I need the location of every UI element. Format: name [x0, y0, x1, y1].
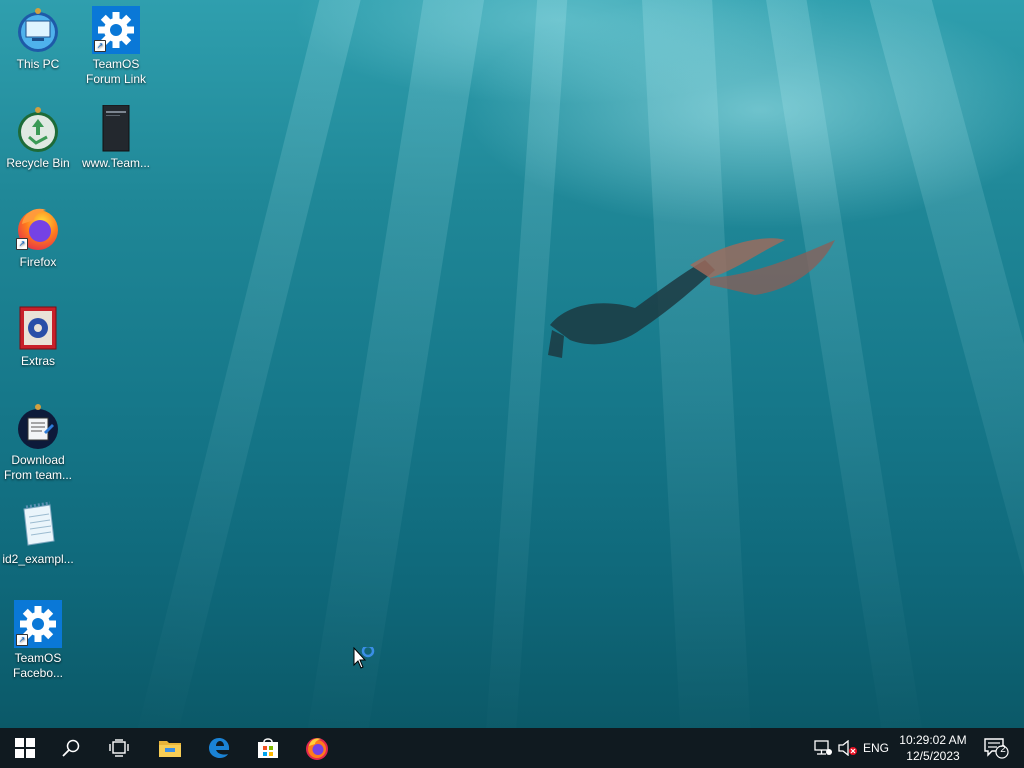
icon-label: Firefox — [19, 255, 57, 269]
busy-cursor-icon — [353, 647, 375, 669]
notification-count-badge: 2 — [1000, 744, 1006, 755]
notepad-file-icon — [14, 501, 62, 549]
shortcut-arrow-icon: ↗ — [94, 40, 106, 52]
taskbar-edge[interactable] — [196, 728, 242, 768]
icon-label: TeamOS Facebo... — [12, 651, 64, 680]
firefox-icon: ↗ — [14, 204, 62, 252]
task-view-icon — [109, 739, 129, 757]
clock-time: 10:29:02 AM — [899, 733, 967, 747]
wallpaper-swimmer — [548, 238, 835, 358]
desktop-icon-extras[interactable]: Extras — [0, 303, 76, 369]
desktop-icon-www-team[interactable]: www.Team... — [78, 104, 154, 171]
action-center-button[interactable]: 2 — [978, 728, 1014, 768]
desktop-icon-teamos-forum-link[interactable]: ↗ TeamOS Forum Link — [78, 6, 154, 87]
shortcut-arrow-icon: ↗ — [16, 238, 28, 250]
gear-icon: ↗ — [92, 6, 140, 54]
start-button[interactable] — [2, 728, 48, 768]
icon-label: id2_exampl... — [2, 552, 74, 566]
desktop-icon-recycle-bin[interactable]: Recycle Bin — [0, 105, 76, 171]
icon-label: www.Team... — [81, 156, 150, 170]
desktop-icon-firefox[interactable]: ↗ Firefox — [0, 204, 76, 270]
language-label: ENG — [862, 741, 889, 755]
volume-button[interactable] — [836, 728, 860, 768]
desktop-icon-id2-example[interactable]: id2_exampl... — [0, 501, 76, 567]
icon-label: Download From team... — [3, 453, 72, 482]
gear-icon: ↗ — [14, 600, 62, 648]
taskbar-store[interactable] — [245, 728, 291, 768]
taskbar-file-explorer[interactable] — [147, 728, 193, 768]
taskbar: ENG 10:29:02 AM 12/5/2023 2 — [0, 728, 1024, 768]
network-button[interactable] — [810, 728, 836, 768]
icon-label: TeamOS Forum Link — [85, 57, 147, 86]
icon-label: This PC — [16, 57, 60, 71]
recycle-bin-icon — [14, 105, 62, 153]
store-icon — [258, 738, 278, 758]
edge-icon — [209, 738, 230, 758]
clock-date: 12/5/2023 — [906, 749, 960, 763]
desktop-icon-teamos-facebook[interactable]: ↗ TeamOS Facebo... — [0, 600, 76, 681]
windows-logo-icon — [15, 738, 35, 758]
task-view-button[interactable] — [96, 728, 142, 768]
taskbar-firefox[interactable] — [294, 728, 340, 768]
file-explorer-icon — [159, 741, 181, 757]
search-button[interactable] — [48, 728, 94, 768]
icon-label: Extras — [20, 354, 55, 368]
firefox-icon — [306, 738, 328, 760]
desktop[interactable]: This PC Recycle Bin ↗ Firefox Extras Dow… — [0, 0, 1024, 728]
this-pc-icon — [14, 6, 62, 54]
extras-icon — [14, 303, 62, 351]
icon-label: Recycle Bin — [6, 156, 70, 170]
document-file-icon — [92, 104, 140, 153]
shortcut-arrow-icon: ↗ — [16, 634, 28, 646]
clock[interactable]: 10:29:02 AM 12/5/2023 — [896, 728, 970, 768]
download-icon — [14, 402, 62, 450]
desktop-icon-this-pc[interactable]: This PC — [0, 6, 76, 72]
search-icon — [62, 739, 80, 757]
volume-muted-icon — [838, 740, 857, 756]
network-icon — [814, 740, 832, 755]
language-indicator[interactable]: ENG — [860, 728, 892, 768]
desktop-icon-download[interactable]: Download From team... — [0, 402, 76, 483]
